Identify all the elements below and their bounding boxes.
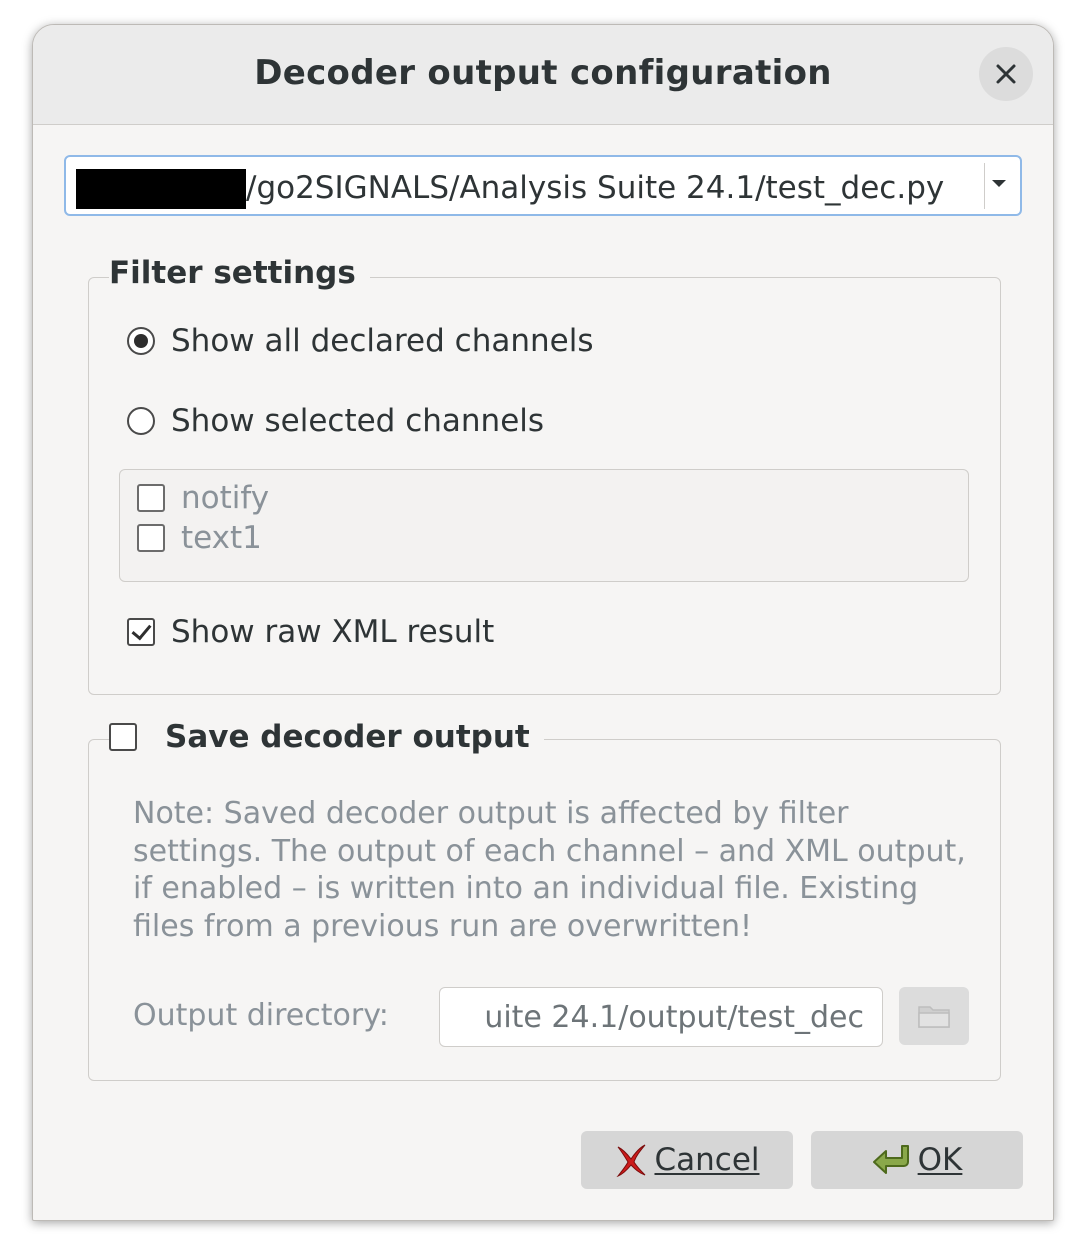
show-all-label: Show all declared channels	[171, 323, 594, 359]
browse-directory-button[interactable]	[899, 987, 969, 1045]
ok-label: OK	[917, 1142, 963, 1178]
output-directory-input[interactable]: uite 24.1/output/test_dec	[439, 987, 883, 1047]
dialog-title: Decoder output configuration	[254, 53, 832, 93]
show-raw-xml-label: Show raw XML result	[171, 614, 495, 650]
combo-separator	[984, 163, 985, 209]
close-button[interactable]	[979, 47, 1033, 101]
show-selected-channels-radio[interactable]: Show selected channels	[127, 403, 544, 439]
save-output-legend: Save decoder output	[165, 719, 530, 755]
radio-show-selected[interactable]	[127, 407, 155, 435]
filter-settings-legend: Filter settings	[109, 255, 370, 291]
channel-item[interactable]: text1	[137, 520, 262, 556]
ok-button[interactable]: OK	[811, 1131, 1023, 1189]
channel-checkbox[interactable]	[137, 484, 165, 512]
show-raw-xml-checkbox-row[interactable]: Show raw XML result	[127, 614, 494, 650]
output-directory-label: Output directory:	[133, 998, 389, 1033]
save-output-checkbox[interactable]	[109, 723, 137, 751]
show-selected-label: Show selected channels	[171, 403, 545, 439]
enter-arrow-icon	[872, 1145, 909, 1174]
output-directory-value: uite 24.1/output/test_dec	[484, 1000, 864, 1035]
channel-label: text1	[181, 520, 262, 556]
radio-show-all[interactable]	[127, 327, 155, 355]
save-output-legend-row[interactable]: Save decoder output	[109, 719, 544, 755]
cancel-x-icon	[616, 1144, 646, 1178]
title-bar: Decoder output configuration	[33, 25, 1053, 125]
show-all-channels-radio[interactable]: Show all declared channels	[127, 323, 593, 359]
cancel-button[interactable]: Cancel	[581, 1131, 793, 1189]
decoder-file-combo[interactable]: /go2SIGNALS/Analysis Suite 24.1/test_dec…	[64, 155, 1022, 216]
channel-list: notify text1	[119, 469, 969, 582]
decoder-output-dialog: Decoder output configuration /go2SIGNALS…	[32, 24, 1054, 1221]
redacted-path	[76, 169, 246, 209]
close-icon	[996, 64, 1016, 84]
cancel-label: Cancel	[654, 1142, 760, 1178]
save-output-note: Note: Saved decoder output is affected b…	[133, 796, 966, 944]
show-raw-xml-checkbox[interactable]	[127, 618, 155, 646]
channel-label: notify	[181, 480, 270, 516]
decoder-file-path: /go2SIGNALS/Analysis Suite 24.1/test_dec…	[246, 170, 945, 206]
channel-checkbox[interactable]	[137, 524, 165, 552]
dropdown-arrow-icon[interactable]	[992, 180, 1006, 187]
folder-icon	[918, 1006, 950, 1028]
channel-item[interactable]: notify	[137, 480, 269, 516]
